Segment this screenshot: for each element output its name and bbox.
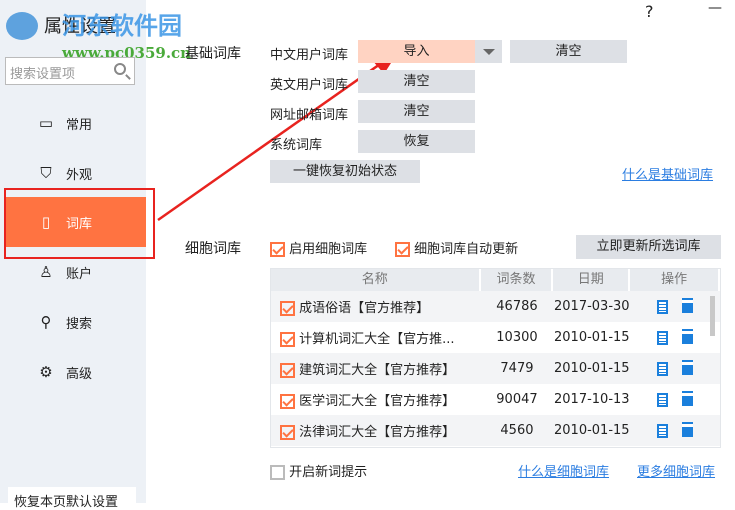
- more-cell-link[interactable]: 更多细胞词库: [637, 461, 715, 480]
- restore-system-button[interactable]: 恢复: [358, 130, 475, 153]
- dict-name: 计算机词汇大全【官方推...: [299, 332, 455, 347]
- row-checkbox[interactable]: [280, 363, 295, 378]
- dict-date: 2017-10-13: [554, 392, 630, 407]
- dict-count: 7479: [500, 361, 534, 376]
- import-dropdown[interactable]: [475, 40, 502, 63]
- column-header: 词条数: [481, 269, 554, 291]
- column-header: 日期: [553, 269, 631, 291]
- dict-name: 建筑词汇大全【官方推荐】: [299, 363, 456, 378]
- clear-english-button[interactable]: 清空: [358, 70, 475, 93]
- enable-cell-checkbox[interactable]: 启用细胞词库: [270, 238, 367, 257]
- cell-section-title: 细胞词库: [185, 241, 241, 257]
- dict-name: 法律词汇大全【官方推荐】: [299, 425, 456, 440]
- column-header: 操作: [630, 269, 720, 291]
- dict-count: 10300: [496, 330, 538, 345]
- what-is-cell-link[interactable]: 什么是细胞词库: [518, 461, 609, 480]
- what-is-basic-link[interactable]: 什么是基础词库: [622, 164, 713, 183]
- dict-count: 4560: [500, 423, 534, 438]
- dict-date: 2010-01-15: [554, 330, 630, 345]
- checkbox-icon: [270, 242, 285, 257]
- trash-icon[interactable]: [682, 393, 694, 406]
- checkbox-icon: [395, 242, 410, 257]
- row-checkbox[interactable]: [280, 394, 295, 409]
- table-row[interactable]: 法律词汇大全【官方推荐】 4560 2010-01-15: [271, 415, 720, 446]
- row-checkbox[interactable]: [280, 301, 295, 316]
- scrollbar[interactable]: [710, 296, 715, 336]
- checkbox-label: 开启新词提示: [289, 465, 368, 480]
- new-word-tip-checkbox[interactable]: 开启新词提示: [270, 461, 367, 480]
- dict-date: 2017-03-30: [554, 299, 630, 314]
- clear-url-button[interactable]: 清空: [358, 100, 475, 123]
- table-row[interactable]: 建筑词汇大全【官方推荐】 7479 2010-01-15: [271, 353, 720, 384]
- table-row[interactable]: 医学词汇大全【官方推荐】 90047 2017-10-13: [271, 384, 720, 415]
- column-header: 名称: [271, 269, 481, 291]
- dict-date: 2010-01-15: [554, 423, 630, 438]
- trash-icon[interactable]: [682, 300, 694, 313]
- reset-all-button[interactable]: 一键恢复初始状态: [270, 160, 420, 183]
- document-icon[interactable]: [657, 392, 669, 407]
- dict-date: 2010-01-15: [554, 361, 630, 376]
- auto-update-checkbox[interactable]: 细胞词库自动更新: [395, 238, 518, 257]
- row-checkbox[interactable]: [280, 332, 295, 347]
- dict-name: 医学词汇大全【官方推荐】: [299, 394, 456, 409]
- document-icon[interactable]: [657, 423, 669, 438]
- update-selected-button[interactable]: 立即更新所选词库: [576, 235, 721, 259]
- table-header: 名称 词条数 日期 操作: [271, 269, 720, 291]
- row-label: 系统词库: [270, 138, 323, 153]
- dict-count: 90047: [496, 392, 538, 407]
- checkbox-label: 细胞词库自动更新: [414, 242, 519, 257]
- table-row[interactable]: 计算机词汇大全【官方推... 10300 2010-01-15: [271, 322, 720, 353]
- row-label: 中文用户词库: [270, 48, 349, 63]
- dict-count: 46786: [496, 299, 538, 314]
- document-icon[interactable]: [657, 361, 669, 376]
- dict-name: 成语俗语【官方推荐】: [299, 301, 430, 316]
- checkbox-icon: [270, 465, 285, 480]
- cell-dictionary-table: 名称 词条数 日期 操作 成语俗语【官方推荐】 46786 2017-03-30 计算机词…: [270, 268, 721, 448]
- row-checkbox[interactable]: [280, 425, 295, 440]
- row-label: 网址邮箱词库: [270, 108, 349, 123]
- row-label: 英文用户词库: [270, 78, 349, 93]
- checkbox-label: 启用细胞词库: [289, 242, 368, 257]
- document-icon[interactable]: [657, 299, 669, 314]
- trash-icon[interactable]: [682, 424, 694, 437]
- clear-chinese-button[interactable]: 清空: [510, 40, 627, 63]
- basic-section-title: 基础词库: [185, 46, 241, 62]
- trash-icon[interactable]: [682, 362, 694, 375]
- document-icon[interactable]: [657, 330, 669, 345]
- table-row[interactable]: 成语俗语【官方推荐】 46786 2017-03-30: [271, 291, 720, 322]
- import-button[interactable]: 导入: [358, 40, 475, 63]
- trash-icon[interactable]: [682, 331, 694, 344]
